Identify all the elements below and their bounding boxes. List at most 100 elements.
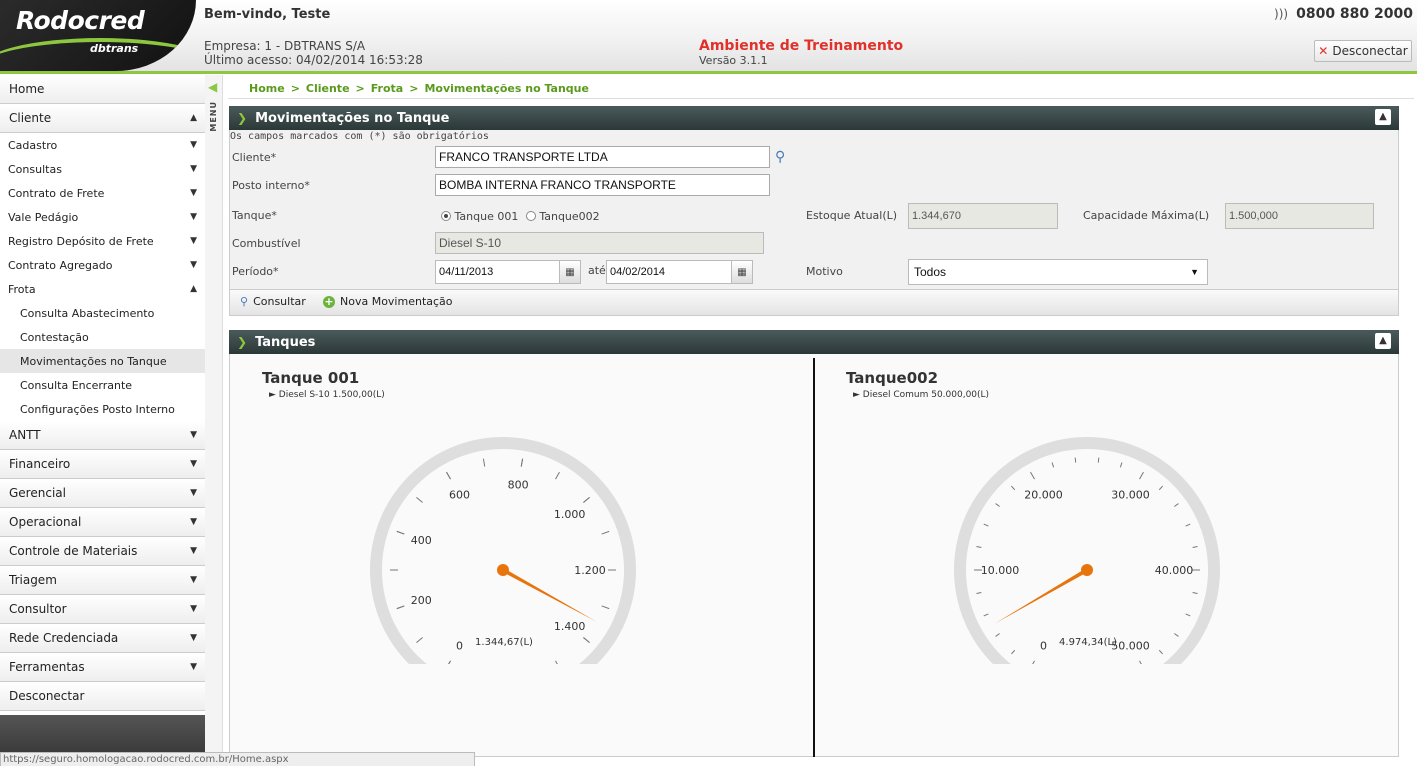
tank-1-value: 1.344,67(L): [475, 637, 533, 648]
chevron-right-icon: ❯: [237, 111, 248, 125]
sidebar-item-controle-de-materiais[interactable]: Controle de Materiais ▼: [0, 537, 205, 566]
gauge-tick: [1097, 457, 1100, 463]
last-access-text: Último acesso: 04/02/2014 16:53:28: [204, 53, 423, 67]
sidebar-item-contesta-o[interactable]: Contestação: [0, 325, 205, 349]
sidebar-item-label: Cadastro: [8, 138, 58, 152]
gauge-tick: [446, 471, 451, 480]
sidebar-item-gerencial[interactable]: Gerencial ▼: [0, 479, 205, 508]
add-icon: +: [323, 294, 335, 308]
sidebar-item-label: Contrato Agregado: [8, 258, 113, 272]
gauge-tick-label: 200: [411, 594, 432, 607]
sidebar-item-ferramentas[interactable]: Ferramentas ▼: [0, 653, 205, 682]
sidebar-item-label: Frota: [8, 282, 36, 296]
gauge-tick: [448, 660, 451, 664]
combustivel-label: Combustível: [232, 237, 301, 250]
sidebar-item-movimenta-es-no-tanque[interactable]: Movimentações no Tanque: [0, 349, 205, 373]
calendar-icon[interactable]: ▦: [559, 260, 581, 284]
chevron-down-icon: ▼: [190, 188, 197, 198]
sidebar-item-triagem[interactable]: Triagem ▼: [0, 566, 205, 595]
tanque-002-radio[interactable]: [525, 211, 536, 221]
chevron-right-icon: ❯: [237, 335, 248, 349]
sidebar-item-label: Contrato de Frete: [8, 186, 105, 200]
sidebar-item-cliente[interactable]: Cliente ▲: [0, 104, 205, 133]
logo-main: Rodocred: [16, 6, 145, 35]
gauge-tick: [983, 523, 989, 527]
sidebar-item-cadastro[interactable]: Cadastro ▼: [0, 133, 205, 157]
form-toolbar: ⚲ Consultar + Nova Movimentação: [230, 289, 1398, 315]
breadcrumb-separator: >: [290, 82, 300, 95]
form-panel-header: ❯ Movimentações no Tanque ▲: [229, 106, 1399, 130]
calendar-icon[interactable]: ▦: [731, 260, 753, 284]
tanque-001-radio[interactable]: [441, 211, 451, 221]
collapse-icon[interactable]: ▲: [1375, 109, 1391, 125]
sidebar-item-configura-es-posto-interno[interactable]: Configurações Posto Interno: [0, 397, 205, 421]
sidebar-item-label: Home: [9, 82, 45, 96]
chevron-down-icon: ▼: [190, 546, 197, 556]
gauge-tick: [1158, 649, 1163, 655]
gauge-tick: [416, 637, 423, 644]
sidebar-item-antt[interactable]: ANTT ▼: [0, 421, 205, 450]
nova-movimentacao-button[interactable]: + Nova Movimentação: [323, 295, 453, 308]
sidebar-item-contrato-de-frete[interactable]: Contrato de Frete ▼: [0, 181, 205, 205]
breadcrumb-item[interactable]: Frota: [371, 82, 403, 95]
gauge-tick-label: 30.000: [1111, 489, 1150, 502]
gauge-tick: [976, 546, 982, 549]
close-icon: ✕: [1318, 44, 1329, 58]
gauge-tick-label: 400: [411, 534, 432, 547]
gauge-tick: [583, 637, 590, 644]
consultar-label: Consultar: [253, 295, 306, 308]
gauge-hub: [1081, 564, 1093, 576]
sidebar-item-label: Registro Depósito de Frete: [8, 234, 154, 248]
periodo-start-field[interactable]: 04/11/2013: [435, 260, 560, 284]
motivo-select[interactable]: Todos ▼: [908, 259, 1208, 285]
consultar-button[interactable]: ⚲ Consultar: [240, 295, 306, 308]
estoque-label: Estoque Atual(L): [806, 209, 898, 222]
sidebar-item-desconectar[interactable]: Desconectar: [0, 682, 205, 711]
sidebar-item-consultas[interactable]: Consultas ▼: [0, 157, 205, 181]
arrow-left-icon[interactable]: ◀: [208, 80, 217, 94]
posto-field[interactable]: BOMBA INTERNA FRANCO TRANSPORTE: [435, 174, 770, 196]
collapse-icon[interactable]: ▲: [1375, 333, 1391, 349]
tank-1-title: Tanque 001: [262, 369, 360, 387]
gauge-tick: [396, 605, 405, 610]
version-label: Versão 3.1.1: [699, 54, 768, 67]
breadcrumb-item[interactable]: Cliente: [306, 82, 350, 95]
search-icon[interactable]: ⚲: [775, 149, 785, 165]
chevron-down-icon: ▼: [1190, 267, 1199, 277]
gauge-tick: [601, 530, 610, 535]
empresa-text: Empresa: 1 - DBTRANS S/A: [204, 39, 366, 53]
breadcrumb-item[interactable]: Home: [249, 82, 285, 95]
gauge-tick-label: 1.200: [574, 564, 606, 577]
tank-2-gauge: 010.00020.000 30.00040.00050.000: [954, 437, 1220, 664]
sidebar-item-rede-credenciada[interactable]: Rede Credenciada ▼: [0, 624, 205, 653]
sidebar-item-label: Operacional: [9, 515, 82, 529]
tank-divider: [813, 358, 815, 757]
sidebar-item-operacional[interactable]: Operacional ▼: [0, 508, 205, 537]
sidebar-item-home[interactable]: Home: [0, 75, 205, 104]
sidebar-item-label: Cliente: [9, 111, 52, 125]
chevron-down-icon: ▼: [190, 662, 197, 672]
required-note: Os campos marcados com (*) são obrigatór…: [230, 131, 489, 142]
sidebar-item-vale-ped-gio[interactable]: Vale Pedágio ▼: [0, 205, 205, 229]
chevron-down-icon: ▼: [190, 575, 197, 585]
gauge-tick: [1185, 613, 1191, 617]
sidebar-item-frota[interactable]: Frota ▲: [0, 277, 205, 301]
cliente-field[interactable]: FRANCO TRANSPORTE LTDA: [435, 146, 770, 168]
sidebar-item-consultor[interactable]: Consultor ▼: [0, 595, 205, 624]
sidebar-item-consulta-encerrante[interactable]: Consulta Encerrante: [0, 373, 205, 397]
sidebar-item-label: Triagem: [9, 573, 57, 587]
chevron-down-icon: ▼: [190, 212, 197, 222]
periodo-end-field[interactable]: 04/02/2014: [606, 260, 732, 284]
menu-toggle[interactable]: ◀ MENU: [205, 75, 223, 764]
estoque-field: 1.344,670: [908, 203, 1058, 229]
sidebar-item-contrato-agregado[interactable]: Contrato Agregado ▼: [0, 253, 205, 277]
rodocred-logo[interactable]: Rodocred dbtrans: [0, 0, 196, 71]
sidebar-item-registro-dep-sito-de-frete[interactable]: Registro Depósito de Frete ▼: [0, 229, 205, 253]
sidebar-item-consulta-abastecimento[interactable]: Consulta Abastecimento: [0, 301, 205, 325]
sidebar-item-financeiro[interactable]: Financeiro ▼: [0, 450, 205, 479]
tanque-002-label: Tanque002: [539, 210, 600, 223]
gauge-tick-label: 40.000: [1155, 564, 1194, 577]
search-icon: ⚲: [240, 295, 249, 308]
gauge-tick: [520, 458, 524, 467]
logout-button[interactable]: ✕ Desconectar: [1314, 40, 1412, 62]
